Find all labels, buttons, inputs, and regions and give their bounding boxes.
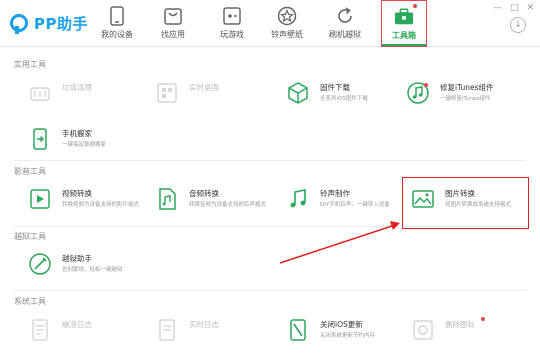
pp-assistant-window: PP助手 我的设备 找应用 玩游戏 铃声壁纸 刷机越狱 工具箱 — □ ✕ ↓ … — [0, 0, 540, 360]
annotation-arrow — [279, 221, 400, 264]
